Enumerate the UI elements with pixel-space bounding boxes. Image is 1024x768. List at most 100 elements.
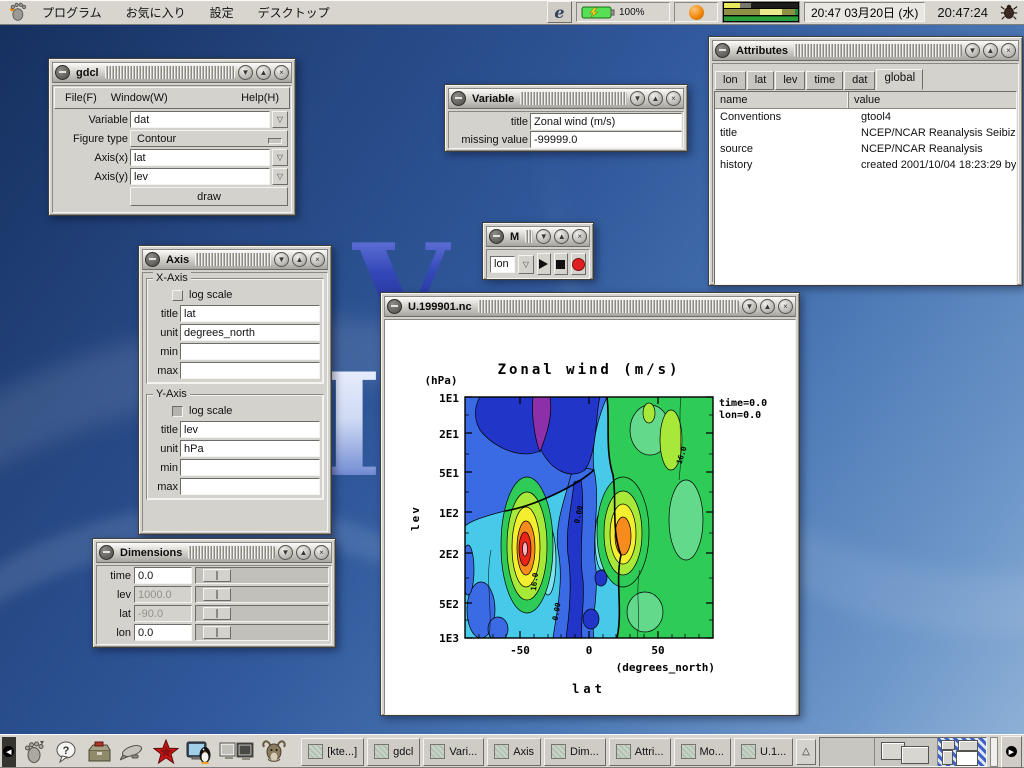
slider-thumb[interactable] bbox=[203, 569, 231, 582]
tab-lev[interactable]: lev bbox=[775, 71, 805, 90]
bug-icon[interactable] bbox=[1000, 3, 1018, 21]
titlebar-grip[interactable] bbox=[525, 230, 533, 243]
task-button-attributes[interactable]: Attri... bbox=[609, 738, 671, 766]
monitor-titlebar[interactable]: M ▼ ▲ × bbox=[486, 226, 590, 247]
terminal-launcher[interactable] bbox=[184, 737, 214, 767]
workspace-2[interactable] bbox=[875, 738, 938, 766]
titlebar-grip[interactable] bbox=[188, 546, 275, 559]
axis-y-dropdown-icon[interactable]: ▽ bbox=[272, 168, 288, 185]
task-button-axis[interactable]: Axis bbox=[487, 738, 541, 766]
close-icon[interactable]: × bbox=[274, 65, 289, 80]
mixer-applet[interactable] bbox=[674, 2, 718, 22]
y-title-input[interactable]: lev bbox=[180, 421, 320, 438]
titlebar-grip[interactable] bbox=[105, 66, 235, 79]
figure-type-option-menu[interactable]: Contour bbox=[130, 130, 288, 147]
gnome-main-menu-foot-icon[interactable] bbox=[6, 1, 28, 23]
task-button-variable[interactable]: Vari... bbox=[423, 738, 484, 766]
play-button[interactable] bbox=[537, 253, 551, 275]
load-meter-applet[interactable] bbox=[722, 1, 800, 23]
titlebar-grip[interactable] bbox=[195, 253, 271, 266]
task-button-plot[interactable]: U.1... bbox=[734, 738, 793, 766]
battery-applet[interactable]: 100% bbox=[576, 2, 670, 22]
table-row[interactable]: source NCEP/NCAR Reanalysis bbox=[715, 141, 1016, 157]
animation-axis-dropdown-icon[interactable]: ▽ bbox=[518, 255, 534, 274]
desk-guide-applet[interactable] bbox=[819, 737, 987, 767]
gnome-menu-launcher[interactable] bbox=[19, 737, 49, 767]
window-menu-icon[interactable] bbox=[451, 91, 466, 106]
axis-titlebar[interactable]: Axis ▼ ▲ × bbox=[142, 249, 328, 270]
table-row[interactable]: title NCEP/NCAR Reanalysis Seibizu bbox=[715, 125, 1016, 141]
lat-slider[interactable] bbox=[195, 605, 329, 622]
minimize-icon[interactable]: ▼ bbox=[742, 299, 757, 314]
titlebar-grip[interactable] bbox=[794, 44, 962, 57]
gnu-launcher[interactable] bbox=[259, 737, 289, 767]
x-log-scale-checkbox[interactable] bbox=[172, 290, 183, 301]
airship-launcher[interactable] bbox=[118, 737, 148, 767]
variable-dropdown-icon[interactable]: ▽ bbox=[272, 111, 288, 128]
menu-desktop[interactable]: デスクトップ bbox=[248, 1, 340, 24]
close-icon[interactable]: × bbox=[1001, 43, 1016, 58]
title-value[interactable]: Zonal wind (m/s) bbox=[530, 113, 682, 130]
variable-input[interactable]: dat bbox=[130, 111, 270, 128]
maximize-icon[interactable]: ▲ bbox=[292, 252, 307, 267]
window-menu-icon[interactable] bbox=[715, 43, 730, 58]
task-button-dimensions[interactable]: Dim... bbox=[544, 738, 606, 766]
window-menu-icon[interactable] bbox=[145, 252, 160, 267]
window-menu-icon[interactable] bbox=[55, 65, 70, 80]
tab-global[interactable]: global bbox=[876, 69, 923, 90]
y-unit-input[interactable]: hPa bbox=[180, 440, 320, 457]
close-icon[interactable]: × bbox=[310, 252, 325, 267]
lev-slider[interactable] bbox=[195, 586, 329, 603]
menu-help[interactable]: Help(H) bbox=[235, 90, 285, 106]
titlebar-grip[interactable] bbox=[520, 92, 627, 105]
axis-x-input[interactable]: lat bbox=[130, 149, 270, 166]
tasklist-popup-button[interactable]: △ bbox=[796, 739, 815, 765]
slider-thumb[interactable] bbox=[203, 626, 231, 639]
pager-scroll-strip[interactable] bbox=[990, 737, 998, 767]
attributes-titlebar[interactable]: Attributes ▼ ▲ × bbox=[712, 40, 1019, 61]
task-button-kterm[interactable]: [kte...] bbox=[301, 738, 364, 766]
axis-y-input[interactable]: lev bbox=[130, 168, 270, 185]
window-menu-icon[interactable] bbox=[387, 299, 402, 314]
close-icon[interactable]: × bbox=[778, 299, 793, 314]
menu-settings[interactable]: 設定 bbox=[200, 1, 244, 24]
control-center-launcher[interactable] bbox=[85, 737, 115, 767]
window-menu-icon[interactable] bbox=[489, 229, 504, 244]
panel-hide-right-button[interactable]: ▶ bbox=[1001, 736, 1022, 768]
minimize-icon[interactable]: ▼ bbox=[278, 545, 293, 560]
close-icon[interactable]: × bbox=[666, 91, 681, 106]
slider-thumb[interactable] bbox=[203, 607, 231, 620]
task-button-gdcl[interactable]: gdcl bbox=[367, 738, 420, 766]
maximize-icon[interactable]: ▲ bbox=[256, 65, 271, 80]
y-min-input[interactable] bbox=[180, 459, 320, 476]
slider-thumb[interactable] bbox=[203, 588, 231, 601]
red-star-launcher[interactable] bbox=[151, 737, 181, 767]
help-launcher[interactable]: ? bbox=[52, 737, 82, 767]
plot-titlebar[interactable]: U.199901.nc ▼ ▲ × bbox=[384, 296, 796, 317]
maximize-icon[interactable]: ▲ bbox=[983, 43, 998, 58]
x-title-input[interactable]: lat bbox=[180, 305, 320, 322]
minimize-icon[interactable]: ▼ bbox=[238, 65, 253, 80]
tab-dat[interactable]: dat bbox=[844, 71, 875, 90]
clock-date-applet[interactable]: 20:47 03月20日 (水) bbox=[804, 2, 925, 22]
workspace-1[interactable] bbox=[820, 738, 875, 766]
lon-input[interactable]: 0.0 bbox=[134, 624, 192, 641]
draw-button[interactable]: draw bbox=[130, 187, 288, 206]
close-icon[interactable]: × bbox=[314, 545, 329, 560]
x-max-input[interactable] bbox=[180, 362, 320, 379]
minimize-icon[interactable]: ▼ bbox=[536, 229, 551, 244]
missing-value-input[interactable]: -99999.0 bbox=[530, 131, 682, 148]
menu-window[interactable]: Window(W) bbox=[105, 90, 174, 106]
maximize-icon[interactable]: ▲ bbox=[760, 299, 775, 314]
y-max-input[interactable] bbox=[180, 478, 320, 495]
maximize-icon[interactable]: ▲ bbox=[554, 229, 569, 244]
enlightenment-launcher-icon[interactable]: e bbox=[547, 1, 572, 23]
table-row[interactable]: history created 2001/10/04 18:23:29 by bbox=[715, 157, 1016, 173]
axis-x-dropdown-icon[interactable]: ▽ bbox=[272, 149, 288, 166]
maximize-icon[interactable]: ▲ bbox=[648, 91, 663, 106]
lon-slider[interactable] bbox=[195, 624, 329, 641]
minimize-icon[interactable]: ▼ bbox=[630, 91, 645, 106]
table-row[interactable]: Conventions gtool4 bbox=[715, 109, 1016, 125]
column-value[interactable]: value bbox=[849, 92, 1016, 108]
dimensions-titlebar[interactable]: Dimensions ▼ ▲ × bbox=[96, 542, 332, 563]
